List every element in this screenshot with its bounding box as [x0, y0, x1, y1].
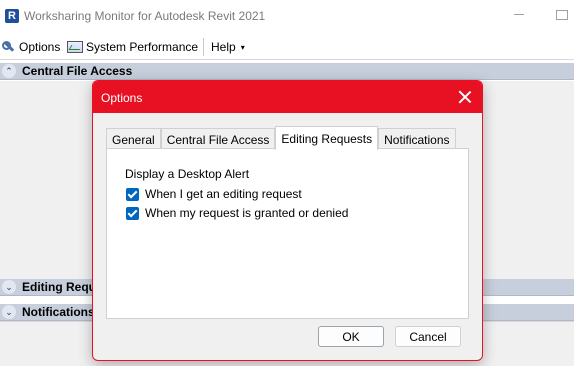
- menu-help-label: Help: [211, 40, 236, 54]
- desktop-alert-heading: Display a Desktop Alert: [125, 167, 250, 181]
- wrench-icon: [2, 40, 16, 54]
- section-central-file-access[interactable]: ⌃ Central File Access: [0, 63, 574, 80]
- editing-requests-panel: Display a Desktop Alert When I get an ed…: [106, 148, 469, 319]
- revit-app-icon: R: [5, 9, 19, 23]
- window-title: Worksharing Monitor for Autodesk Revit 2…: [24, 9, 266, 23]
- section-notifications-label: Notifications: [22, 305, 95, 319]
- menubar: Options System Performance Help ▾: [0, 34, 574, 60]
- checkbox-editing-request-label: When I get an editing request: [145, 187, 302, 201]
- expand-icon[interactable]: ⌄: [2, 305, 16, 319]
- performance-chart-icon: [67, 41, 83, 53]
- dialog-titlebar[interactable]: Options: [93, 81, 482, 113]
- cancel-button[interactable]: Cancel: [395, 326, 461, 347]
- section-central-file-access-label: Central File Access: [22, 64, 133, 78]
- window-titlebar[interactable]: R Worksharing Monitor for Autodesk Revit…: [0, 0, 574, 33]
- dialog-title: Options: [101, 91, 143, 105]
- checkbox-request-granted[interactable]: When my request is granted or denied: [126, 206, 348, 220]
- menu-separator: [203, 38, 204, 56]
- checkbox-request-granted-label: When my request is granted or denied: [145, 206, 349, 220]
- checkbox-checked-icon[interactable]: [126, 206, 139, 220]
- tab-strip: General Central File Access Editing Requ…: [106, 126, 456, 150]
- tab-notifications[interactable]: Notifications: [378, 128, 456, 150]
- menu-system-performance-label: System Performance: [86, 40, 199, 54]
- checkbox-checked-icon[interactable]: [126, 187, 139, 201]
- menu-system-performance[interactable]: System Performance: [67, 38, 198, 56]
- expand-icon[interactable]: ⌄: [2, 280, 16, 294]
- section-editing-requests-label: Editing Requ: [22, 280, 96, 294]
- menu-options[interactable]: Options: [2, 38, 60, 56]
- chevron-down-icon: ▾: [240, 42, 245, 52]
- menu-options-label: Options: [19, 40, 61, 54]
- minimize-icon[interactable]: [512, 7, 526, 21]
- close-icon[interactable]: [456, 88, 474, 106]
- maximize-icon[interactable]: [556, 10, 568, 20]
- checkbox-editing-request[interactable]: When I get an editing request: [126, 187, 302, 201]
- tab-central-file-access[interactable]: Central File Access: [160, 128, 276, 150]
- menu-help[interactable]: Help ▾: [211, 38, 245, 56]
- ok-button[interactable]: OK: [318, 326, 384, 347]
- options-dialog: Options General Central File Access Edit…: [92, 80, 483, 361]
- tab-general[interactable]: General: [106, 128, 161, 150]
- tab-editing-requests[interactable]: Editing Requests: [275, 126, 379, 150]
- collapse-icon[interactable]: ⌃: [2, 64, 16, 78]
